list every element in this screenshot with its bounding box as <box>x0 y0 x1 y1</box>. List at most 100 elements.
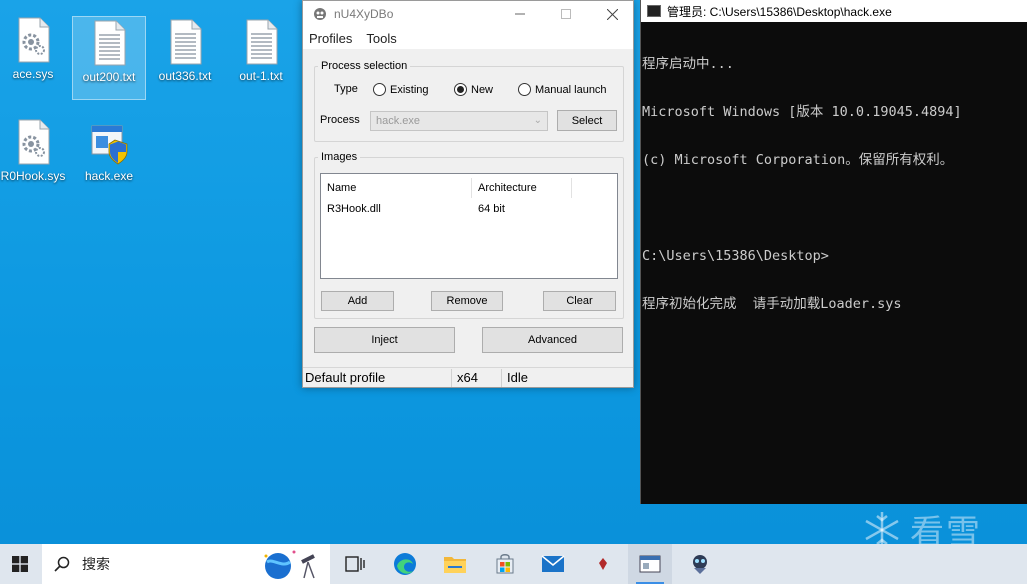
console-line: C:\Users\15386\Desktop> <box>642 248 829 264</box>
status-state: Idle <box>507 370 528 385</box>
exe-shield-icon <box>91 125 128 165</box>
desktop-icon-label: R0Hook.sys <box>0 169 66 183</box>
radio-dot <box>518 83 531 96</box>
text-file-icon <box>94 20 126 66</box>
console-titlebar[interactable]: 管理员: C:\Users\15386\Desktop\hack.exe <box>641 0 1027 22</box>
column-header-architecture[interactable]: Architecture <box>478 178 537 198</box>
radio-label: Manual launch <box>535 83 607 96</box>
desktop-icon-label: out-1.txt <box>239 69 283 83</box>
window-app-icon <box>639 555 661 573</box>
desktop-icon-label: hack.exe <box>84 169 134 183</box>
system-file-icon <box>18 17 50 63</box>
edge-button[interactable] <box>384 544 426 584</box>
app-red-icon <box>599 558 607 570</box>
game-app-icon <box>693 555 707 574</box>
text-file-icon <box>246 19 278 65</box>
search-highlight-icon <box>264 550 315 579</box>
remove-button[interactable]: Remove <box>431 291 503 311</box>
console-line: Microsoft Windows [版本 10.0.19045.4894] <box>642 104 962 120</box>
console-output[interactable]: 程序启动中... Microsoft Windows [版本 10.0.1904… <box>641 22 1027 344</box>
console-line: 程序初始化完成 请手动加载Loader.sys <box>642 296 902 312</box>
minimize-button[interactable] <box>497 1 543 27</box>
close-icon <box>606 8 618 20</box>
task-view-button[interactable] <box>334 544 376 584</box>
window-title: nU4XyDBo <box>334 7 394 21</box>
menu-tools[interactable]: Tools <box>366 31 396 46</box>
taskbar-search-box[interactable]: 搜索 <box>42 544 330 584</box>
status-arch: x64 <box>457 370 478 385</box>
game-app-button[interactable] <box>678 544 722 584</box>
file-explorer-button[interactable] <box>434 544 476 584</box>
windows-logo-icon <box>12 556 28 572</box>
radio-dot <box>373 83 386 96</box>
desktop-icon-out200[interactable]: out200.txt <box>72 16 146 100</box>
status-bar: Default profile x64 Idle <box>303 367 633 387</box>
desktop-icon-r0hook-sys[interactable]: R0Hook.sys <box>0 116 70 200</box>
radio-existing[interactable]: Existing <box>373 83 429 96</box>
console-line: 程序启动中... <box>642 56 734 72</box>
menu-profiles[interactable]: Profiles <box>309 31 352 46</box>
desktop-icon-out-1[interactable]: out-1.txt <box>224 16 298 100</box>
process-combo[interactable]: hack.exe ⌄ <box>370 111 548 131</box>
folder-icon <box>444 557 466 573</box>
maximize-icon <box>561 9 571 19</box>
column-header-name[interactable]: Name <box>327 178 356 198</box>
status-divider <box>501 369 502 387</box>
mail-button[interactable] <box>532 544 574 584</box>
search-placeholder: 搜索 <box>82 556 110 572</box>
system-file-icon <box>18 119 50 165</box>
console-icon <box>647 5 661 17</box>
search-icon <box>54 556 70 572</box>
store-button[interactable] <box>484 544 526 584</box>
images-listview[interactable]: Name Architecture R3Hook.dll 64 bit <box>320 173 618 279</box>
taskbar: 搜索 <box>0 544 1027 584</box>
desktop-icon-out336[interactable]: out336.txt <box>148 16 222 100</box>
radio-label: Existing <box>390 83 429 96</box>
radio-manual-launch[interactable]: Manual launch <box>518 83 607 96</box>
console-window[interactable]: 管理员: C:\Users\15386\Desktop\hack.exe 程序启… <box>640 0 1027 504</box>
column-separator[interactable] <box>471 178 472 198</box>
add-button[interactable]: Add <box>321 291 394 311</box>
status-divider <box>451 369 452 387</box>
mail-icon <box>541 555 565 572</box>
close-button[interactable] <box>589 1 635 27</box>
image-row-name[interactable]: R3Hook.dll <box>327 203 381 215</box>
console-line: (c) Microsoft Corporation。保留所有权利。 <box>642 152 954 168</box>
process-combo-value: hack.exe <box>376 115 421 127</box>
desktop-icon-label: ace.sys <box>12 67 54 81</box>
radio-label: New <box>471 83 494 96</box>
select-button[interactable]: Select <box>557 110 617 131</box>
clear-button[interactable]: Clear <box>543 291 616 311</box>
desktop-icon-hack-exe[interactable]: hack.exe <box>72 116 146 200</box>
advanced-button[interactable]: Advanced <box>482 327 623 353</box>
image-row-arch[interactable]: 64 bit <box>478 203 505 215</box>
injector-app-icon <box>314 8 326 20</box>
desktop-icon-ace-sys[interactable]: ace.sys <box>0 14 70 98</box>
images-legend: Images <box>321 151 358 163</box>
text-file-icon <box>170 19 202 65</box>
radio-new[interactable]: New <box>454 83 493 96</box>
console-title: 管理员: C:\Users\15386\Desktop\hack.exe <box>667 4 892 19</box>
process-selection-legend: Process selection <box>321 60 408 72</box>
injector-taskbar-button[interactable] <box>628 544 672 584</box>
status-profile: Default profile <box>305 370 386 385</box>
app-red-button[interactable] <box>582 544 624 584</box>
desktop-icon-label: out336.txt <box>158 69 212 83</box>
injector-titlebar[interactable]: nU4XyDBo <box>303 1 633 27</box>
chevron-down-icon: ⌄ <box>533 115 542 126</box>
column-separator[interactable] <box>571 178 572 198</box>
start-button[interactable] <box>0 544 40 584</box>
store-icon <box>496 554 514 574</box>
edge-icon <box>394 553 416 575</box>
minimize-icon <box>515 13 525 15</box>
injector-window: nU4XyDBo Profiles Tools Process selectio… <box>302 0 634 388</box>
type-label: Type <box>334 83 358 95</box>
task-view-icon <box>345 556 365 572</box>
radio-dot-selected <box>454 83 467 96</box>
maximize-button[interactable] <box>543 1 589 27</box>
inject-button[interactable]: Inject <box>314 327 455 353</box>
desktop-icon-label: out200.txt <box>82 70 136 84</box>
menubar: Profiles Tools <box>303 27 633 49</box>
process-label: Process <box>320 114 360 126</box>
